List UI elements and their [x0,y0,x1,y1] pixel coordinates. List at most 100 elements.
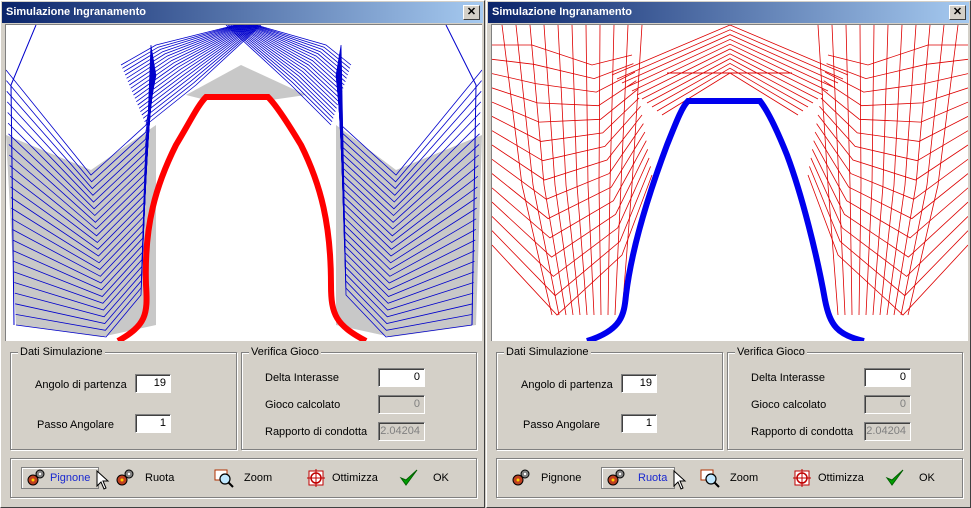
ottimizza-button[interactable]: Ottimizza [306,467,386,489]
ok-label: OK [919,472,935,484]
start-angle-label: Angolo di partenza [521,379,613,391]
ok-button[interactable]: OK [885,467,945,489]
zoom-label: Zoom [730,472,759,484]
mesh-line [819,106,968,162]
mesh-line [492,106,641,162]
mesh-line [492,157,650,277]
gears-icon [116,469,134,486]
mesh-line [598,25,602,316]
group-label: Verifica Gioco [249,346,321,358]
toolbar: Pignone Ruota Zoom Ottimizza OK [496,458,963,498]
mesh-line [571,25,588,316]
step-label: Passo Angolare [37,419,115,431]
delta-label: Delta Interasse [265,372,339,384]
simulation-data-group: Dati Simulazione Angolo di partenza 19 P… [496,346,723,450]
start-angle-label: Angolo di partenza [35,379,127,391]
mesh-line [585,25,595,316]
mesh-line [252,25,350,73]
mesh-line [865,25,875,316]
gears-icon [27,469,45,486]
gear-mesh-canvas [491,24,968,341]
pignone-label: Pignone [50,472,91,484]
close-button[interactable]: ✕ [949,5,966,20]
mesh-line [636,48,824,96]
pignone-button[interactable]: Pignone [511,467,585,489]
step-input[interactable]: 1 [621,414,657,433]
ottimizza-label: Ottimizza [332,472,378,484]
start-angle-input[interactable]: 19 [135,374,171,393]
gioco-label: Gioco calcolato [265,399,341,411]
mesh-line [845,25,853,316]
mesh-line [646,58,814,104]
ruota-button[interactable]: Ruota [601,467,675,489]
ruota-button[interactable]: Ruota [115,467,185,489]
simulation-data-group: Dati Simulazione Angolo di partenza 19 P… [10,346,237,450]
mesh-line [858,25,862,316]
mesh-line [607,25,615,316]
optimize-icon [793,469,811,487]
delta-label: Delta Interasse [751,372,825,384]
delta-input[interactable]: 0 [864,368,911,387]
mesh-line [872,25,889,316]
mesh-line [616,29,844,80]
simulation-window-wheel: Simulazione Ingranamento ✕ Dati Simulazi… [486,0,971,508]
group-label: Verifica Gioco [735,346,807,358]
mesh-line [641,53,819,100]
mesh-line [810,157,968,277]
step-input[interactable]: 1 [135,414,171,433]
ok-label: OK [433,472,449,484]
ratio-field: 2.04204 [378,422,425,441]
gears-icon [512,469,530,486]
backlash-check-group: Verifica Gioco Delta Interasse 0 Gioco c… [727,346,963,450]
zoom-button[interactable]: Zoom [700,467,770,489]
zoom-button[interactable]: Zoom [214,467,284,489]
close-button[interactable]: ✕ [463,5,480,20]
title-bar[interactable]: Simulazione Ingranamento ✕ [2,2,483,23]
start-angle-input[interactable]: 19 [621,374,657,393]
optimize-icon [307,469,325,487]
window-title: Simulazione Ingranamento [6,6,146,18]
window-title: Simulazione Ingranamento [492,6,632,18]
mesh-line [824,71,968,93]
gear-mesh-canvas [5,24,482,341]
gear-mesh-plot [6,25,482,341]
mesh-line [492,58,634,80]
toolbar: Pignone Ruota Zoom Ottimizza OK [10,458,477,498]
mesh-line [631,43,829,92]
zoom-label: Zoom [244,472,273,484]
simulation-window-pinion: Simulazione Ingranamento ✕ Dati Simulazi… [0,0,485,508]
mesh-line [492,71,636,93]
group-label: Dati Simulazione [504,346,591,358]
pignone-button[interactable]: Pignone [21,467,99,489]
ratio-label: Rapporto di condotta [265,426,368,438]
mesh-line [826,58,968,80]
zoom-icon [214,469,234,488]
ruota-label: Ruota [145,472,175,484]
ratio-field: 2.04204 [864,422,911,441]
zoom-icon [700,469,720,488]
ratio-label: Rapporto di condotta [751,426,854,438]
pignone-label: Pignone [541,472,582,484]
gioco-field: 0 [864,395,911,414]
ottimizza-label: Ottimizza [818,472,864,484]
checkmark-icon [885,469,904,486]
mesh-line [501,25,553,316]
ottimizza-button[interactable]: Ottimizza [792,467,872,489]
delta-input[interactable]: 0 [378,368,425,387]
mesh-shadow-left [6,125,156,337]
gioco-field: 0 [378,395,425,414]
backlash-check-group: Verifica Gioco Delta Interasse 0 Gioco c… [241,346,477,450]
title-bar[interactable]: Simulazione Ingranamento ✕ [488,2,969,23]
ok-button[interactable]: OK [399,467,459,489]
mesh-line [807,174,968,316]
ruota-label: Ruota [638,472,668,484]
mesh-line [907,25,959,316]
step-label: Passo Angolare [523,419,601,431]
gear-mesh-plot [492,25,968,341]
mouse-cursor-icon [673,470,687,490]
mesh-line [823,80,968,107]
mesh-line [611,25,849,76]
gears-icon [607,469,625,486]
mouse-cursor-icon [96,470,110,490]
checkmark-icon [399,469,418,486]
